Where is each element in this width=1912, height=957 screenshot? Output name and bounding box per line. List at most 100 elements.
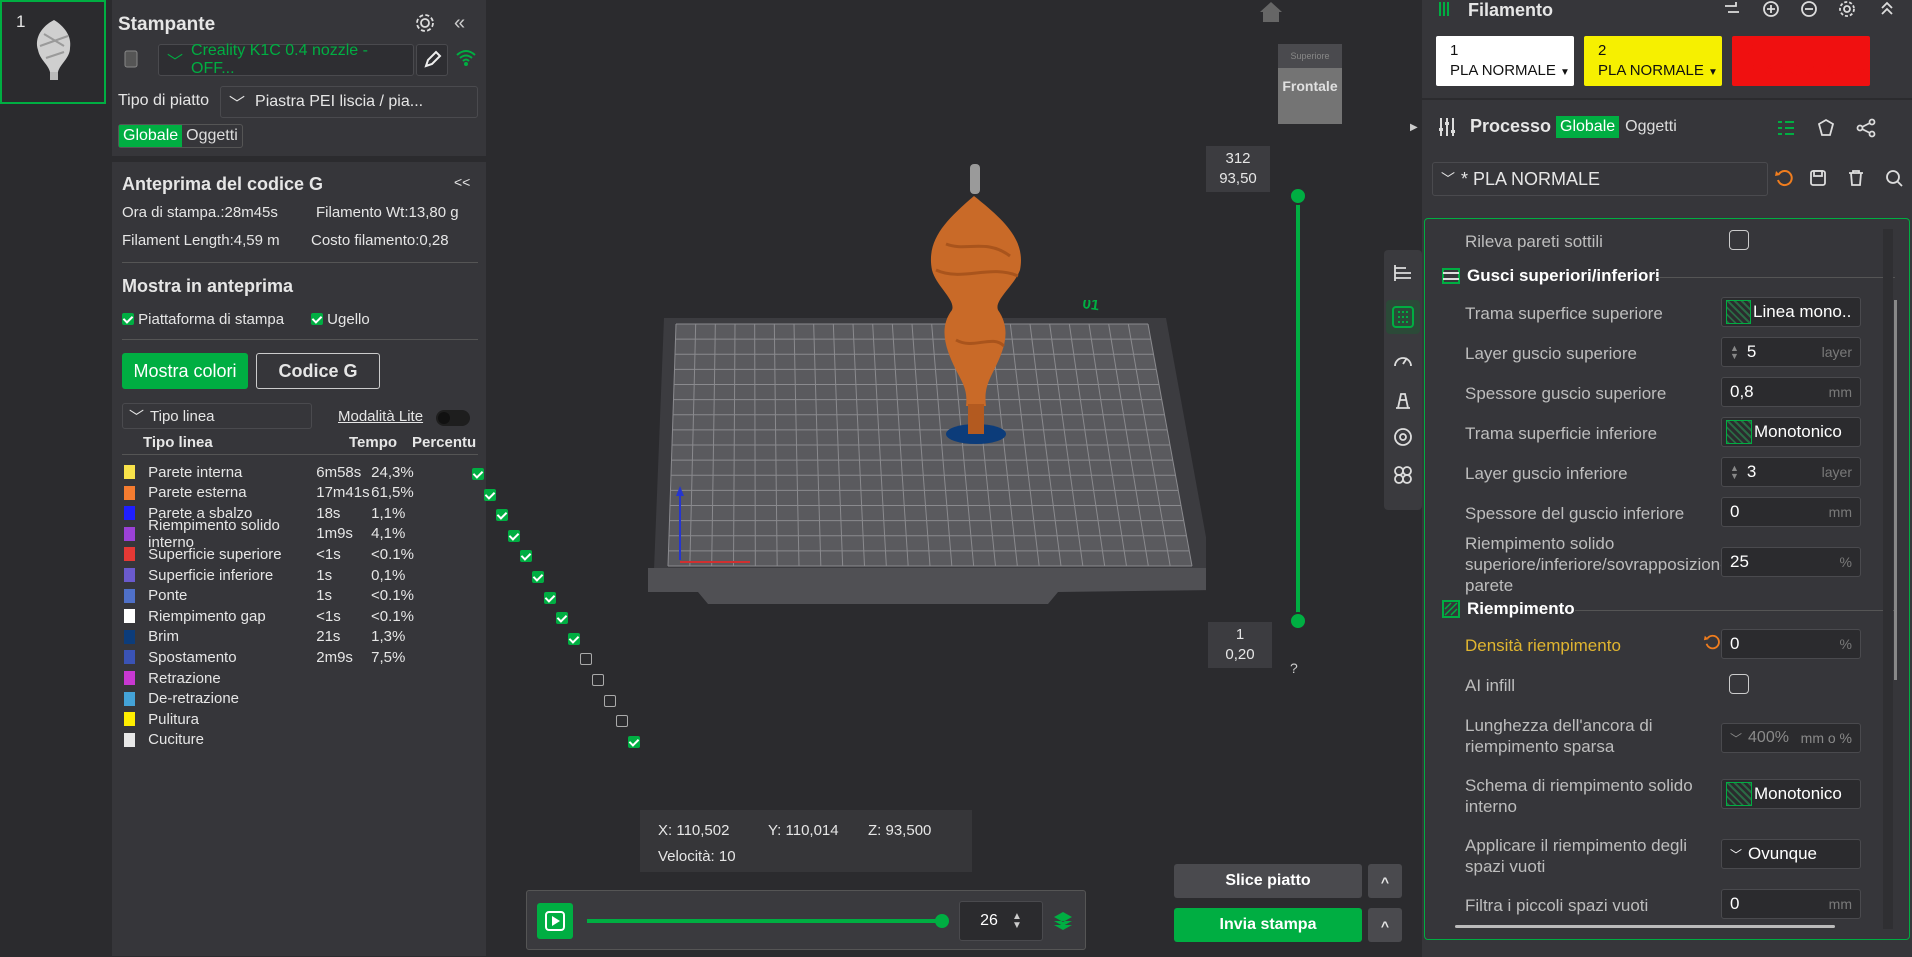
advanced-list-icon[interactable]: [1776, 118, 1796, 138]
help-icon[interactable]: ?: [1290, 660, 1298, 676]
play-button[interactable]: [537, 903, 573, 939]
legend-row[interactable]: Retrazione: [124, 668, 414, 688]
move-slider-track[interactable]: [587, 919, 943, 923]
line-type-view-button[interactable]: [1386, 300, 1420, 334]
add-filament-icon[interactable]: [1762, 0, 1780, 18]
show-nozzle-checkbox[interactable]: Ugello: [311, 311, 370, 328]
legend-row[interactable]: Ponte 1s <0.1%: [124, 586, 414, 606]
slice-options-button[interactable]: ^: [1368, 864, 1402, 898]
search-icon[interactable]: [1884, 168, 1904, 188]
filament-slot[interactable]: 3 PLA NORMALE ▼: [1732, 36, 1870, 86]
collapse-icon[interactable]: «: [454, 12, 465, 35]
layers-icon[interactable]: [1392, 262, 1414, 284]
3d-viewport[interactable]: Superiore Frontale 01 312 93,50 1 0,20 ?: [486, 0, 1422, 957]
filament-slot[interactable]: 1 PLA NORMALE ▼: [1436, 36, 1574, 86]
legend-row[interactable]: Riempimento solido interno 1m9s 4,1%: [124, 517, 414, 551]
legend-row[interactable]: De-retrazione: [124, 689, 414, 709]
lite-mode-toggle[interactable]: [436, 410, 470, 426]
collapse-up-icon[interactable]: [1878, 0, 1896, 18]
reset-icon[interactable]: [1774, 168, 1794, 188]
legend-row[interactable]: Brim 21s 1,3%: [124, 627, 414, 647]
bottom-thickness-input[interactable]: 0 mm: [1721, 497, 1861, 527]
filter-gaps-input[interactable]: 0 mm: [1721, 889, 1861, 919]
show-plate-checkbox[interactable]: Piattaforma di stampa: [122, 311, 284, 328]
line-visibility-checkbox[interactable]: [472, 468, 484, 480]
fan-icon[interactable]: [1392, 388, 1414, 410]
ai-infill-checkbox[interactable]: [1729, 674, 1749, 694]
delete-icon[interactable]: [1846, 168, 1866, 188]
bottom-pattern-select[interactable]: Monotonico: [1721, 417, 1861, 447]
plate-thumbnail[interactable]: 1: [0, 0, 106, 104]
tab-global[interactable]: Globale: [1556, 116, 1620, 138]
infill-density-input[interactable]: 0 %: [1721, 629, 1861, 659]
move-step-input[interactable]: 26 ▲ ▼: [959, 901, 1043, 941]
legend-row[interactable]: Spostamento 2m9s 7,5%: [124, 647, 414, 667]
layer-slider-bottom-handle[interactable]: [1289, 612, 1307, 630]
line-type-select[interactable]: ﹀ Tipo linea: [122, 403, 312, 429]
color-painting-icon[interactable]: [1392, 464, 1414, 486]
vertical-scrollbar-thumb[interactable]: [1894, 300, 1897, 680]
tab-objects[interactable]: Oggetti: [182, 125, 242, 147]
move-slider-handle[interactable]: [935, 914, 949, 928]
home-icon[interactable]: [1256, 0, 1286, 24]
gap-fill-select[interactable]: ﹀ Ovunque: [1721, 839, 1861, 869]
stepper-icon[interactable]: ▲ ▼: [1012, 912, 1022, 931]
layer-slider-top-handle[interactable]: [1289, 187, 1307, 205]
stepper-icon[interactable]: ▲ ▼: [1730, 344, 1739, 361]
gcode-collapse-icon[interactable]: <<: [454, 174, 470, 190]
stepper-icon[interactable]: ▲ ▼: [1730, 464, 1739, 481]
save-icon[interactable]: [1808, 168, 1828, 188]
edit-printer-button[interactable]: [416, 44, 448, 76]
legend-row[interactable]: Pulitura: [124, 709, 414, 729]
send-options-button[interactable]: ^: [1368, 908, 1402, 942]
line-color-swatch: [124, 506, 136, 521]
share-icon[interactable]: [1856, 118, 1876, 138]
show-colors-button[interactable]: Mostra colori: [122, 353, 248, 389]
target-icon[interactable]: [1392, 426, 1414, 448]
caret-down-icon[interactable]: ▼: [1708, 67, 1718, 78]
tab-global[interactable]: Globale: [119, 125, 183, 147]
view-cube-front[interactable]: Frontale: [1278, 68, 1342, 124]
legend-row[interactable]: Superficie superiore <1s <0.1%: [124, 544, 414, 564]
wifi-icon[interactable]: [454, 46, 478, 68]
legend-row[interactable]: Riempimento gap <1s <0.1%: [124, 606, 414, 626]
top-layers-input[interactable]: ▲ ▼ 5 layer: [1721, 337, 1861, 367]
sync-filament-icon[interactable]: [1722, 0, 1742, 18]
gcode-button[interactable]: Codice G: [256, 353, 380, 389]
legend-row[interactable]: Cuciture: [124, 730, 414, 750]
top-layers-value: 5: [1746, 342, 1757, 361]
compare-icon[interactable]: [1816, 118, 1836, 138]
top-thickness-input[interactable]: 0,8 mm: [1721, 377, 1861, 407]
gear-icon[interactable]: [414, 12, 436, 34]
legend-row[interactable]: Superficie inferiore 1s 0,1%: [124, 565, 414, 585]
layer-stack-icon[interactable]: [1051, 909, 1075, 933]
vertical-scrollbar[interactable]: [1883, 229, 1893, 929]
printer-select[interactable]: ﹀ Creality K1C 0.4 nozzle - OFF...: [158, 42, 414, 77]
legend-row[interactable]: Parete interna 6m58s 24,3%: [124, 462, 414, 482]
horizontal-scrollbar[interactable]: [1455, 925, 1835, 928]
legend-row[interactable]: Parete esterna 17m41s 61,5%: [124, 483, 414, 503]
send-print-button[interactable]: Invia stampa: [1174, 908, 1362, 942]
caret-down-icon[interactable]: ▼: [1856, 67, 1866, 78]
remove-filament-icon[interactable]: [1800, 0, 1818, 18]
line-type-name: Ponte: [148, 587, 188, 605]
layer-slider-track[interactable]: [1296, 194, 1300, 620]
filament-settings-icon[interactable]: [1838, 0, 1856, 18]
plate-type-select[interactable]: ﹀ Piastra PEI liscia / pia...: [220, 86, 478, 118]
filament-slot[interactable]: 2 PLA NORMALE ▼: [1584, 36, 1722, 86]
anchor-length-input[interactable]: ﹀ 400% mm o %: [1721, 723, 1861, 753]
solid-infill-pattern-select[interactable]: Monotonico: [1721, 779, 1861, 809]
view-cube-top[interactable]: Superiore: [1278, 44, 1342, 68]
slice-plate-button[interactable]: Slice piatto: [1174, 864, 1362, 898]
solid-overlap-input[interactable]: 25 %: [1721, 547, 1861, 577]
caret-down-icon[interactable]: ▼: [1560, 67, 1570, 78]
process-preset-select[interactable]: ﹀ * PLA NORMALE: [1432, 162, 1768, 196]
thin-walls-checkbox[interactable]: [1729, 230, 1749, 250]
tab-objects[interactable]: Oggetti: [1619, 116, 1683, 138]
speed-gauge-icon[interactable]: [1392, 350, 1414, 372]
sidebar-expand-arrow[interactable]: ▶: [1410, 122, 1418, 133]
top-pattern-select[interactable]: Linea mono...: [1721, 297, 1861, 327]
reset-icon[interactable]: [1703, 633, 1721, 651]
view-cube[interactable]: Superiore Frontale: [1278, 44, 1342, 126]
bottom-layers-input[interactable]: ▲ ▼ 3 layer: [1721, 457, 1861, 487]
